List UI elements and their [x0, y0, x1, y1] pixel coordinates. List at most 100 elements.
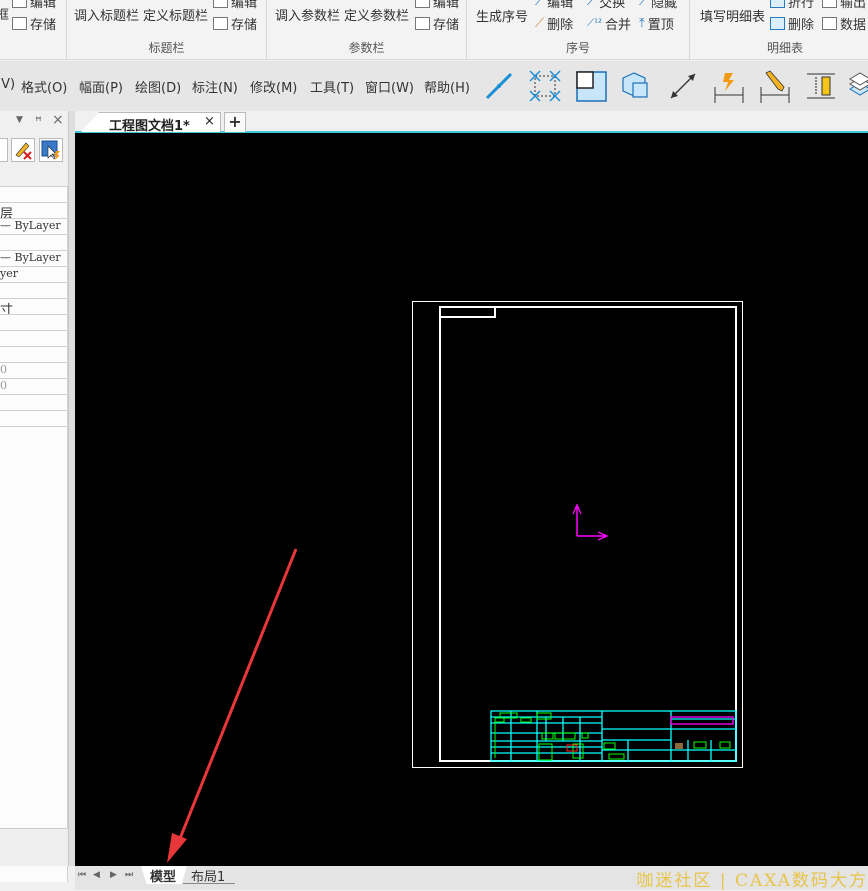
frame-save-button[interactable]: 存储 [12, 14, 56, 33]
edit-icon [12, 0, 27, 8]
property-row[interactable] [0, 331, 68, 347]
quick-dimension-icon[interactable] [712, 69, 746, 103]
select-cursor-icon [41, 140, 60, 160]
save-icon [12, 17, 27, 30]
detail-delete-button[interactable]: 删除 [770, 14, 814, 33]
ribbon: 框 编辑 存储 调入标题栏 定义标题栏 编辑 存储 标题栏 调入参数栏 定义参数… [0, 0, 868, 60]
detail-data-button[interactable]: 数据 [822, 14, 866, 33]
clear-selection-button[interactable] [11, 138, 35, 162]
menu-help[interactable]: 帮助(H) [424, 77, 470, 96]
property-row[interactable] [0, 395, 68, 411]
sequence-edit-button[interactable]: ⟋ 编辑 [535, 0, 573, 11]
title-block-name-field [670, 716, 734, 725]
view-frame-icon[interactable] [574, 69, 608, 103]
database-icon [822, 17, 837, 30]
tab-layout1[interactable]: 布局1 [183, 866, 235, 885]
ribbon-group-label: 序号 [565, 41, 590, 55]
watermark-text: 咖迷社区 | CAXA数码大方 [636, 871, 868, 891]
menu-dimension[interactable]: 标注(N) [192, 77, 238, 96]
menu-tools[interactable]: 工具(T) [310, 77, 354, 96]
properties-table: 层 — ByLayer — ByLayer yer 寸 0 0 [0, 167, 68, 882]
menu-sheet[interactable]: 幅面(P) [79, 77, 123, 96]
panel-close-icon[interactable]: × [52, 112, 64, 128]
aligned-dimension-icon[interactable] [666, 69, 700, 103]
ribbon-group-detail-list: 填写明细表 折行 删除 输出 数据 明细表 [690, 0, 868, 60]
delete-row-icon [770, 17, 785, 30]
annotation-arrow [167, 548, 298, 863]
property-row[interactable] [0, 187, 68, 203]
tab-model[interactable]: 模型 [141, 866, 187, 884]
previous-layout-button[interactable]: ◀ [93, 870, 100, 880]
save-icon [213, 17, 228, 30]
sequence-delete-button[interactable]: ⟋ 删除 [535, 14, 573, 33]
menu-modify[interactable]: 修改(M) [250, 77, 297, 96]
property-row[interactable]: 寸 [0, 299, 68, 315]
ruler-dimension-icon[interactable] [804, 69, 838, 103]
sequence-hide-button[interactable]: ⟋ 隐藏 [639, 0, 677, 11]
ucs-icon [572, 503, 609, 541]
panel-tool-button[interactable] [0, 138, 8, 162]
property-row[interactable] [0, 315, 68, 331]
3d-view-icon[interactable] [620, 69, 654, 103]
panel-splitter[interactable] [68, 111, 75, 866]
load-title-block-button[interactable]: 调入标题栏 [74, 5, 139, 24]
sequence-merge-button[interactable]: ⟋¹² 合并 [587, 14, 631, 33]
line-tool-icon[interactable] [482, 69, 516, 103]
last-layout-button[interactable]: ⏭ [125, 870, 133, 880]
property-row [0, 167, 68, 187]
property-row-lineweight[interactable]: — ByLayer [0, 251, 68, 267]
frame-edit-button[interactable]: 编辑 [12, 0, 56, 11]
sequence-top-button[interactable]: ⤒ 置顶 [639, 14, 674, 33]
drawing-canvas[interactable] [75, 133, 868, 866]
tab-layout1-label: 布局1 [191, 870, 226, 885]
ribbon-group-frame: 框 编辑 存储 [0, 0, 67, 60]
tab-document[interactable]: 工程图文档1* × [81, 112, 221, 132]
sequence-swap-button[interactable]: ⟋ 交换 [587, 0, 625, 11]
detail-export-button[interactable]: 输出 [822, 0, 866, 11]
parameter-bar-save-button[interactable]: 存储 [415, 14, 459, 33]
property-row[interactable]: 0 [0, 379, 68, 395]
new-tab-button[interactable]: + [224, 112, 246, 132]
panel-footer [0, 828, 68, 866]
property-row[interactable] [0, 235, 68, 251]
generate-sequence-button[interactable]: 生成序号 [476, 6, 528, 25]
property-row-color[interactable]: yer [0, 267, 68, 283]
edit-dimension-icon[interactable] [758, 69, 792, 103]
parameter-bar-edit-button[interactable]: 编辑 [415, 0, 459, 11]
frame-button[interactable]: 框 [0, 4, 9, 23]
property-row[interactable]: 0 [0, 363, 68, 379]
hide-icon: ⟋ [639, 0, 649, 9]
panel-dropdown-icon[interactable]: ▼ [16, 115, 23, 125]
quick-select-button[interactable] [39, 138, 63, 162]
title-block-edit-button[interactable]: 编辑 [213, 0, 257, 11]
first-layout-button[interactable]: ⏮ [78, 870, 86, 880]
ribbon-group-parameter-bar: 调入参数栏 定义参数栏 编辑 存储 参数栏 [267, 0, 467, 60]
menu-window[interactable]: 窗口(W) [365, 77, 414, 96]
property-row[interactable] [0, 347, 68, 363]
menu-draw[interactable]: 绘图(D) [135, 77, 181, 96]
layer-stack-icon[interactable] [846, 69, 868, 103]
tab-document-label: 工程图文档1* [109, 119, 190, 134]
fill-detail-list-button[interactable]: 填写明细表 [700, 6, 765, 25]
center-mark-icon[interactable] [528, 69, 562, 103]
tab-close-icon[interactable]: × [204, 114, 215, 129]
property-row[interactable] [0, 411, 68, 427]
detail-wrap-button[interactable]: 折行 [770, 0, 814, 11]
property-row-layer[interactable]: 层 [0, 203, 68, 219]
define-parameter-bar-button[interactable]: 定义参数栏 [344, 5, 409, 24]
define-title-block-button[interactable]: 定义标题栏 [143, 5, 208, 24]
load-parameter-bar-button[interactable]: 调入参数栏 [275, 5, 340, 24]
drawing-svg [167, 301, 743, 863]
edit-icon [415, 0, 430, 8]
title-block-save-button[interactable]: 存储 [213, 14, 257, 33]
property-row[interactable] [0, 283, 68, 299]
menu-view[interactable]: (V) [0, 77, 15, 92]
menu-format[interactable]: 格式(O) [21, 77, 67, 96]
panel-pin-icon[interactable]: ꟸ [35, 114, 42, 128]
delete-sequence-icon: ⟋ [535, 16, 545, 31]
wrap-icon [770, 0, 785, 8]
next-layout-button[interactable]: ▶ [110, 870, 117, 880]
ribbon-group-label: 标题栏 [148, 41, 185, 55]
property-row-linetype[interactable]: — ByLayer [0, 219, 68, 235]
code-box [439, 306, 496, 318]
